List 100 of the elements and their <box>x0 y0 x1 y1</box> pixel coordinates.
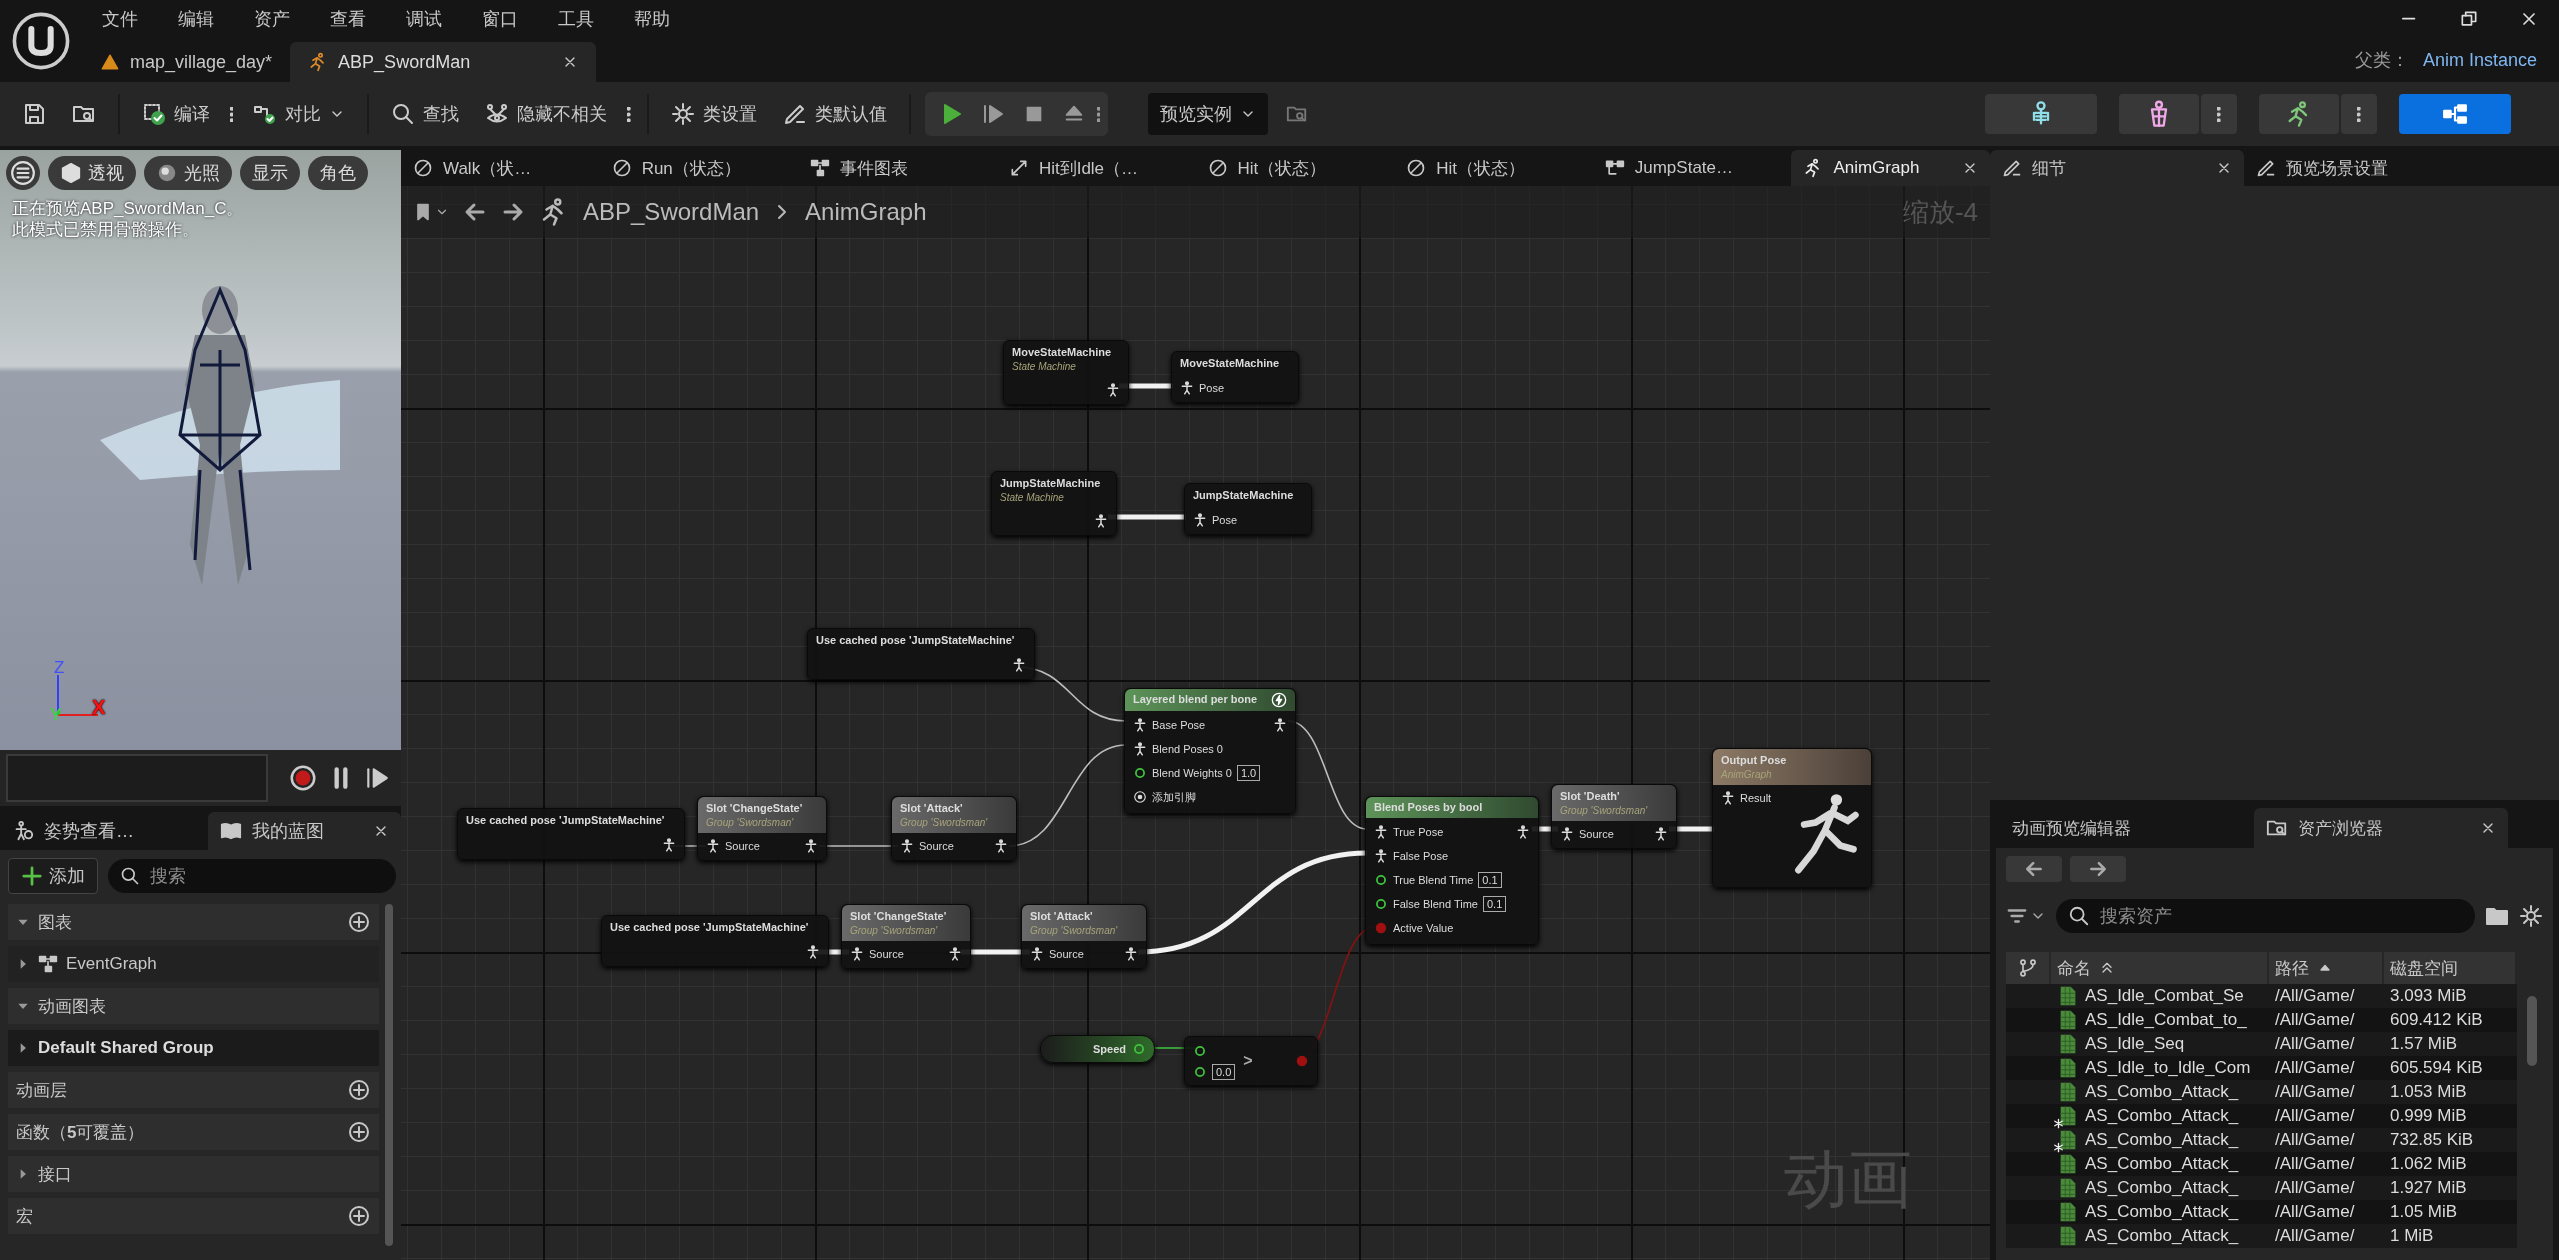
viewport-button[interactable]: 光照 <box>144 156 232 190</box>
panel-tab[interactable]: 动画预览编辑器 <box>2000 808 2254 848</box>
breadcrumb-link[interactable]: AnimGraph <box>805 198 927 226</box>
record-button[interactable] <box>288 763 318 793</box>
asset-row[interactable]: AS_Combo_Attack_ /All/Game/ 1.053 MiB <box>2006 1080 2517 1104</box>
breadcrumb-link[interactable]: ABP_SwordMan <box>583 198 760 226</box>
toolbar-button[interactable]: 类设置 <box>662 92 765 136</box>
preview-instance-dropdown[interactable]: 预览实例 <box>1148 93 1268 135</box>
file-tab[interactable]: map_village_day* <box>82 42 291 82</box>
document-tab[interactable]: Walk（状… <box>401 150 600 186</box>
graph-node[interactable]: Slot 'ChangeState' Group 'Swordsman' Source <box>697 796 827 861</box>
graph-node[interactable]: Slot 'Attack' Group 'Swordsman' Source <box>891 796 1017 861</box>
value-field[interactable]: 1.0 <box>1236 765 1261 781</box>
asset-row[interactable]: AS_Idle_Combat_Se /All/Game/ 3.093 MiB <box>2006 984 2517 1008</box>
graph-node[interactable]: Use cached pose 'JumpStateMachine' <box>457 808 685 860</box>
asset-row[interactable]: AS_Combo_Attack_ /All/Game/ 1.062 MiB <box>2006 1152 2517 1176</box>
variable-node[interactable]: Speed <box>1040 1035 1155 1063</box>
tree-row[interactable]: Default Shared Group <box>8 1030 379 1066</box>
graph-node[interactable]: Use cached pose 'JumpStateMachine' <box>807 628 1035 680</box>
document-tab[interactable]: AnimGraph <box>1791 150 1990 186</box>
graph-node[interactable]: JumpStateMachine State Machine <box>991 471 1117 536</box>
add-button[interactable]: 添加 <box>8 858 98 894</box>
document-tab[interactable]: Run（状态） <box>599 150 799 186</box>
document-tab[interactable]: Hit（状态） <box>1394 150 1593 186</box>
viewport-render[interactable]: 透视 光照 显示 角色 正在预览ABP_SwordMan_C。 此模式已禁用骨骼操作。 Z Y X <box>0 150 401 750</box>
asset-row[interactable]: AS_Combo_Attack_ /All/Game/ 1.05 MiB <box>2006 1200 2517 1224</box>
asset-row[interactable]: AS_Combo_Attack_ /All/Game/ 732.85 KiB <box>2006 1128 2517 1152</box>
options-button[interactable] <box>2201 94 2237 134</box>
animation-mode-button[interactable] <box>2259 94 2339 134</box>
toolbar-button[interactable]: 查找 <box>383 92 468 136</box>
menu-item[interactable]: 文件 <box>82 0 158 38</box>
timeline-field[interactable] <box>6 754 268 802</box>
panel-tab[interactable]: 预览场景设置 <box>2244 150 2498 186</box>
animation-asset-icon <box>2057 1057 2079 1079</box>
panel-tab[interactable]: 姿势查看… <box>0 812 208 850</box>
panel-tab[interactable]: 细节 <box>1990 150 2244 186</box>
toolbar-button[interactable]: 编译 <box>134 92 218 136</box>
skeleton-mode-button[interactable] <box>1985 94 2097 134</box>
tree-row[interactable]: 宏 <box>8 1198 379 1234</box>
graph-node[interactable]: Layered blend per bone Base Pose Blend Poses 0 Blend Weights 0 1.0 添加引脚 <box>1124 688 1296 814</box>
menu-item[interactable]: 资产 <box>234 0 310 38</box>
panel-tab[interactable]: 资产浏览器 <box>2254 808 2508 848</box>
asset-row[interactable]: AS_Combo_Attack_ /All/Game/ 0.999 MiB <box>2006 1104 2517 1128</box>
viewport-button[interactable]: 角色 <box>308 156 368 190</box>
file-tab[interactable]: ABP_SwordMan <box>290 42 597 82</box>
asset-row[interactable]: AS_Idle_Seq /All/Game/ 1.57 MiB <box>2006 1032 2517 1056</box>
parent-class-link[interactable]: Anim Instance <box>2422 49 2537 71</box>
menu-item[interactable]: 窗口 <box>462 0 538 38</box>
menu-item[interactable]: 查看 <box>310 0 386 38</box>
options-button[interactable] <box>2341 94 2377 134</box>
viewport-menu-button[interactable] <box>6 156 40 190</box>
graph-node[interactable]: MoveStateMachine State Machine <box>1003 340 1129 405</box>
graph-node[interactable]: Slot 'ChangeState' Group 'Swordsman' Source <box>841 904 971 969</box>
graph-node[interactable]: Slot 'Death' Group 'Swordsman' Source <box>1551 784 1677 849</box>
tree-row[interactable]: 接口 <box>8 1156 379 1192</box>
document-tab[interactable]: Hit到Idle（… <box>996 150 1196 186</box>
graph-node[interactable]: Blend Poses by bool True Pose False Pose True Blend Time 0.1 False Blend Time 0.1 Active Value <box>1365 796 1539 945</box>
asset-row[interactable]: AS_Combo_Attack_ /All/Game/ 1.927 MiB <box>2006 1176 2517 1200</box>
toolbar-button[interactable]: 对比 <box>245 92 354 136</box>
document-tab[interactable]: Hit（状态） <box>1195 150 1395 186</box>
toolbar-button[interactable]: 隐藏不相关 <box>477 92 616 136</box>
graph-node[interactable]: Slot 'Attack' Group 'Swordsman' Source <box>1021 904 1147 969</box>
graph-node[interactable]: Use cached pose 'JumpStateMachine' <box>601 915 829 967</box>
search-field[interactable]: 搜索 <box>108 859 396 893</box>
viewport-button[interactable]: 显示 <box>240 156 300 190</box>
menu-item[interactable]: 工具 <box>538 0 614 38</box>
value-field[interactable]: 0.1 <box>1483 896 1507 912</box>
value-field[interactable]: 0.0 <box>1212 1063 1236 1080</box>
tree-row[interactable]: 图表 <box>8 904 379 940</box>
mesh-mode-button[interactable] <box>2119 94 2199 134</box>
graph-node[interactable]: JumpStateMachine Pose <box>1184 483 1312 535</box>
tree-row[interactable]: 动画层 <box>8 1072 379 1108</box>
panel-tab[interactable]: 我的蓝图 <box>207 812 401 850</box>
tree-row[interactable]: EventGraph <box>8 946 379 982</box>
back-button[interactable] <box>2006 856 2062 882</box>
play-button[interactable] <box>364 765 390 791</box>
menu-item[interactable]: 调试 <box>386 0 462 38</box>
asset-row[interactable]: AS_Combo_Attack_ /All/Game/ 1 MiB <box>2006 1224 2517 1248</box>
toolbar-button[interactable]: 类默认值 <box>774 92 895 136</box>
scrollbar[interactable] <box>385 904 393 1246</box>
menu-item[interactable]: 帮助 <box>614 0 690 38</box>
document-tab[interactable]: 事件图表 <box>798 150 997 186</box>
graph-node[interactable]: MoveStateMachine Pose <box>1171 351 1299 403</box>
document-tab[interactable]: JumpState… <box>1592 150 1792 186</box>
search-input[interactable]: 搜索资产 <box>2098 904 2463 928</box>
blueprint-mode-button[interactable] <box>2399 94 2511 134</box>
scrollbar[interactable] <box>2527 996 2537 1066</box>
forward-button[interactable] <box>2070 856 2126 882</box>
tree-row[interactable]: 动画图表 <box>8 988 379 1024</box>
graph-node[interactable]: Output Pose AnimGraph Result <box>1712 748 1872 888</box>
asset-row[interactable]: AS_Idle_Combat_to_ /All/Game/ 609.412 KiB <box>2006 1008 2517 1032</box>
search-field[interactable]: 搜索资产 <box>2056 899 2475 933</box>
tree-row[interactable]: 函数（5可覆盖） <box>8 1114 379 1150</box>
viewport-button[interactable]: 透视 <box>48 156 136 190</box>
menu-item[interactable]: 编辑 <box>158 0 234 38</box>
float-pin-icon <box>1374 873 1388 887</box>
value-field[interactable]: 0.1 <box>1478 872 1502 888</box>
graph-node[interactable]: 0.0 > <box>1184 1036 1318 1086</box>
search-input[interactable]: 搜索 <box>148 864 384 888</box>
asset-row[interactable]: AS_Idle_to_Idle_Com /All/Game/ 605.594 KiB <box>2006 1056 2517 1080</box>
